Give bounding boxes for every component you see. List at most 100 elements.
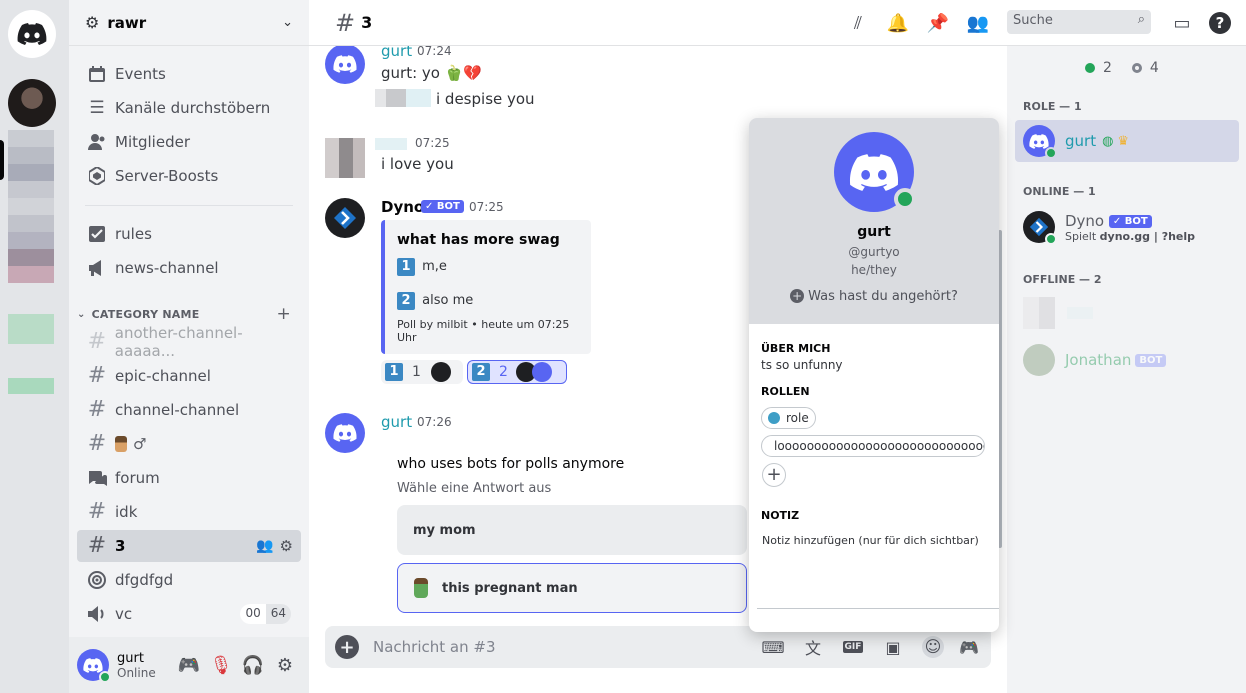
add-role-button[interactable]: + <box>762 463 786 487</box>
discord-logo-icon <box>1029 133 1049 149</box>
blurred-server-icon-green-2[interactable] <box>8 378 54 394</box>
message-text: i despise you <box>436 90 535 108</box>
member-group-online: ONLINE — 1 <box>1023 185 1096 198</box>
channel-epic-channel[interactable]: # epic-channel <box>77 360 301 392</box>
emoji-icon[interactable]: ☺ <box>921 635 945 659</box>
poll-option[interactable]: this pregnant man <box>397 563 747 613</box>
create-invite-icon[interactable]: 👥 <box>256 538 273 554</box>
channel-news-channel[interactable]: news-channel <box>77 252 301 284</box>
server-header[interactable]: ⚙ rawr ⌄ <box>69 0 309 46</box>
dyno-mini-avatar <box>430 362 451 382</box>
channel-label: channel-channel <box>115 401 240 419</box>
note-input[interactable]: Notiz hinzufügen (nur für dich sichtbar) <box>762 534 979 547</box>
hash-icon: # <box>87 329 107 354</box>
notification-bell-icon[interactable]: 🔔 <box>885 10 911 36</box>
channel-idk[interactable]: # idk <box>77 496 301 528</box>
member-row[interactable] <box>1015 292 1239 334</box>
reaction-1[interactable]: 1 1 <box>381 360 463 384</box>
reaction-2[interactable]: 2 2 <box>467 360 567 384</box>
sidebar-item-label: Events <box>115 65 166 83</box>
listening-prompt[interactable]: + Was hast du angehört? <box>749 289 999 304</box>
role-pill[interactable]: role <box>761 407 816 429</box>
pinned-messages-icon[interactable]: 📌 <box>925 10 951 36</box>
channel-emoji-channel[interactable]: # ♂ <box>77 428 301 460</box>
keycap-2-icon: 2 <box>397 292 415 310</box>
dyno-avatar[interactable] <box>325 198 365 238</box>
poll-option[interactable]: my mom <box>397 505 747 555</box>
message-composer[interactable]: + Nachricht an #3 ⌨ 文 GIF ▣ ☺ 🎮 <box>325 626 991 668</box>
threads-icon[interactable]: ⫽ <box>845 10 871 36</box>
channel-label: epic-channel <box>115 367 211 385</box>
discord-logo-icon <box>333 55 357 73</box>
channel-label: news-channel <box>115 259 219 277</box>
avatar[interactable] <box>77 649 111 683</box>
activities-gamepad-icon[interactable]: 🎮 <box>957 635 981 659</box>
sticker-icon[interactable]: ▣ <box>881 635 905 659</box>
add-attachment-button[interactable]: + <box>335 635 359 659</box>
server-rail <box>0 0 69 693</box>
channel-rules[interactable]: rules <box>77 218 301 250</box>
profile-avatar[interactable] <box>834 132 916 212</box>
channel-vc[interactable]: vc 00 64 <box>77 598 301 630</box>
announcement-icon <box>85 256 109 280</box>
role-pill[interactable]: looooooooooooooooooooooooooooo... <box>761 435 985 457</box>
blurred-server-icons[interactable] <box>8 130 54 283</box>
avatar[interactable] <box>325 44 365 84</box>
member-info: Dyno ✓ BOT Spielt dyno.gg | ?help <box>1065 212 1195 243</box>
inbox-icon[interactable]: ▭ <box>1169 10 1195 36</box>
search-input[interactable]: Suche ⌕ <box>1007 10 1151 34</box>
selected-server-pip <box>0 140 4 180</box>
channel-3[interactable]: # 3 👥 ⚙ <box>77 530 301 562</box>
channel-label: ♂ <box>133 435 147 453</box>
category-header[interactable]: ⌄ CATEGORY NAME + <box>77 304 301 324</box>
blurred-avatar[interactable] <box>325 138 365 178</box>
translate-icon[interactable]: 文 <box>801 635 825 659</box>
member-list-icon[interactable]: 👥 <box>965 10 991 36</box>
avatar[interactable] <box>325 413 365 453</box>
channel-another-channel[interactable]: # another-channel-aaaaa... <box>77 324 301 360</box>
embed-title: what has more swag <box>397 232 560 248</box>
poll-option-label: this pregnant man <box>442 580 578 596</box>
member-name: gurt <box>1065 132 1097 150</box>
add-channel-button[interactable]: + <box>277 304 291 324</box>
discord-home-button[interactable] <box>8 10 56 58</box>
role-name: looooooooooooooooooooooooooooo... <box>774 439 985 453</box>
blurred-server-icon-green[interactable] <box>8 314 54 344</box>
user-settings-gear-icon[interactable]: ⚙ <box>269 649 301 681</box>
online-status-dot <box>894 188 916 210</box>
member-row[interactable]: gurt ◍ ♛ <box>1015 120 1239 162</box>
user-profile-popout: gurt @gurtyo he/they + Was hast du angehö… <box>749 118 999 632</box>
message-author[interactable]: gurt <box>381 413 412 431</box>
deafen-headphones-icon[interactable]: 🎧 <box>237 649 269 681</box>
sidebar-item-members[interactable]: Mitglieder <box>77 126 301 158</box>
person-emoji-icon <box>115 436 127 452</box>
help-icon[interactable]: ? <box>1207 10 1233 36</box>
embed-option: 1 m,e <box>397 258 579 276</box>
channel-channel-channel[interactable]: # channel-channel <box>77 394 301 426</box>
online-status-dot <box>99 671 111 683</box>
bot-tag: ✓ BOT <box>1108 214 1152 228</box>
avatar <box>1023 344 1055 376</box>
composer-placeholder: Nachricht an #3 <box>373 638 496 656</box>
member-row[interactable]: Jonathan BOT <box>1015 339 1239 381</box>
activity-gamepad-icon[interactable]: 🎮 <box>173 649 205 681</box>
sidebar-item-label: Server-Boosts <box>115 167 219 185</box>
blurred-author[interactable] <box>375 138 407 150</box>
channel-settings-icon[interactable]: ⚙ <box>280 537 293 555</box>
member-row[interactable]: Dyno ✓ BOT Spielt dyno.gg | ?help <box>1015 206 1239 248</box>
sidebar-item-events[interactable]: Events <box>77 58 301 90</box>
sidebar-item-browse-channels[interactable]: ☰ Kanäle durchstöbern <box>77 92 301 124</box>
keycap-1-icon: 1 <box>385 363 403 381</box>
user-name-block[interactable]: gurt Online <box>117 651 173 680</box>
server-icon-avatar[interactable] <box>8 79 56 127</box>
gif-icon[interactable]: GIF <box>841 635 865 659</box>
globe-icon: ◍ <box>1102 133 1114 149</box>
about-me-text: ts so unfunny <box>761 358 843 372</box>
keyboard-icon[interactable]: ⌨ <box>761 635 785 659</box>
channel-forum[interactable]: forum <box>77 462 301 494</box>
role-color-dot <box>768 412 780 424</box>
mute-microphone-icon[interactable]: 🎙 <box>205 649 237 681</box>
message-author[interactable]: Dyno <box>381 198 424 216</box>
sidebar-item-server-boosts[interactable]: Server-Boosts <box>77 160 301 192</box>
channel-dfgdfgd[interactable]: dfgdfgd <box>77 564 301 596</box>
